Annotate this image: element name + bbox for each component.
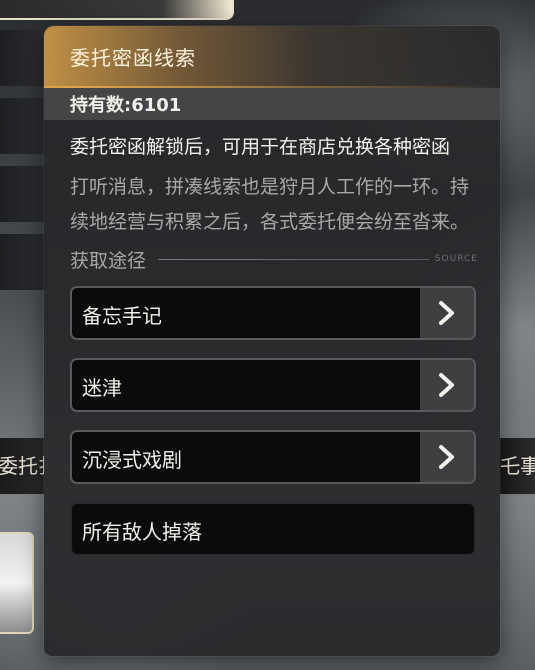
route-maze[interactable]: 迷津: [70, 358, 476, 412]
panel-title: 委托密函线索: [70, 46, 196, 70]
chevron-right-icon: [439, 373, 454, 397]
route-label: 迷津: [82, 376, 122, 400]
route-go-button[interactable]: [420, 360, 474, 410]
route-memo-notes[interactable]: 备忘手记: [70, 286, 476, 340]
source-route-list: 备忘手记 迷津 沉浸式戏剧 所有敌人掉落: [70, 286, 476, 556]
holding-count: 持有数:6101: [70, 95, 182, 116]
panel-header: 委托密函线索: [44, 26, 500, 88]
route-go-button[interactable]: [420, 432, 474, 482]
background-card-top: [0, 0, 234, 20]
route-label: 备忘手记: [82, 304, 162, 328]
route-go-button[interactable]: [420, 288, 474, 338]
sources-divider: [158, 258, 429, 260]
background-banner-right-text: 乇事: [500, 454, 535, 478]
sources-label: 获取途径: [70, 249, 147, 272]
item-flavor-text: 打听消息，拼凑线索也是狩月人工作的一环。持续地经营与积累之后，各式委托便会纷至沓…: [70, 176, 470, 233]
route-immersive-drama[interactable]: 沉浸式戏剧: [70, 430, 476, 484]
background-banner-left[interactable]: 委托扌: [0, 438, 58, 494]
route-label: 所有敌人掉落: [82, 520, 202, 544]
holding-count-row: 持有数:6101: [44, 88, 500, 120]
chevron-right-icon: [439, 301, 454, 325]
route-enemy-drops: 所有敌人掉落: [70, 502, 476, 556]
background-banner-right[interactable]: 乇事: [500, 438, 535, 494]
background-side-tab-3[interactable]: [0, 166, 48, 222]
background-side-tab-1[interactable]: [0, 30, 48, 86]
item-detail-panel: 委托密函线索 持有数:6101 委托密函解锁后，可用于在商店兑换各种密函 打听消…: [44, 26, 500, 656]
item-description: 委托密函解锁后，可用于在商店兑换各种密函: [70, 136, 451, 158]
background-side-tab-2[interactable]: [0, 98, 48, 154]
route-label: 沉浸式戏剧: [82, 448, 182, 472]
sources-deco-text: SOURCE: [434, 254, 478, 264]
background-side-tab-4[interactable]: [0, 234, 48, 290]
sources-header: 获取途径 SOURCE: [70, 246, 478, 272]
chevron-right-icon: [439, 445, 454, 469]
header-divider: [44, 86, 500, 88]
background-thumbnail[interactable]: [0, 532, 34, 634]
